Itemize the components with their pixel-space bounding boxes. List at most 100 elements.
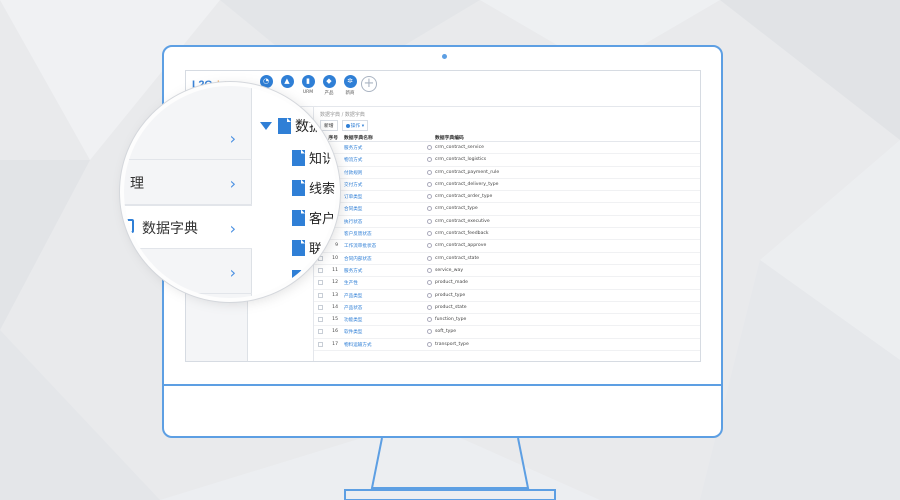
sidebar-item[interactable]: › <box>124 116 252 160</box>
table-row[interactable]: 14 产品状态 product_state <box>314 302 700 315</box>
tree-node[interactable]: 线索 <box>292 178 335 197</box>
row-code: crm_contract_approve <box>435 243 487 249</box>
table-row[interactable]: 13产品类型product_type <box>314 290 700 302</box>
table-row[interactable]: 10合同内部状态crm_contract_state <box>314 253 700 265</box>
plus-icon: + <box>363 76 375 91</box>
table-row[interactable]: 9 工作流审批状态 crm_contract_approve <box>314 240 700 253</box>
row-code: product_state <box>435 304 467 310</box>
row-number: 16 <box>332 329 338 335</box>
row-code: crm_contract_logistics <box>435 157 487 163</box>
triangle-down-icon <box>260 122 272 130</box>
col-name-header[interactable]: 数据字典名称 <box>344 134 373 141</box>
info-icon <box>427 218 432 224</box>
info-icon <box>427 169 432 175</box>
grid-header: 序号 数据字典名称 数据字典编码 <box>314 131 700 142</box>
sidebar-item-label: 理 <box>130 176 144 192</box>
document-icon <box>292 269 305 286</box>
row-checkbox[interactable] <box>318 329 323 335</box>
document-icon <box>278 118 291 134</box>
tree-node[interactable]: 联系 <box>292 238 335 257</box>
row-name-link[interactable]: 合同类型 <box>344 206 362 212</box>
document-icon <box>292 179 305 196</box>
col-code-header[interactable]: 数据字典编码 <box>435 134 464 141</box>
tree-node-label: 线索 <box>309 182 336 197</box>
chevron-right-icon: › <box>229 174 236 193</box>
info-icon <box>427 231 432 237</box>
dictionary-grid: 序号 数据字典名称 数据字典编码 服务方式 crm_contract_servic… <box>314 131 700 352</box>
info-icon <box>427 194 432 200</box>
nav-label: 新商 <box>345 91 355 96</box>
tree-root-node[interactable]: 数据字典 <box>260 116 337 136</box>
row-checkbox[interactable] <box>318 341 323 347</box>
row-name-link[interactable]: 订单类型 <box>344 194 362 200</box>
row-number: 14 <box>332 304 338 310</box>
table-row[interactable]: 合同类型 crm_contract_type <box>314 203 700 216</box>
document-icon <box>292 209 305 226</box>
row-name-link[interactable]: 功能类型 <box>344 317 362 323</box>
row-code: crm_contract_service <box>435 145 484 150</box>
sidebar-item-data-dictionary[interactable]: 数据字典 › <box>124 205 252 249</box>
row-name-link[interactable]: 客户反馈状态 <box>344 231 372 237</box>
add-module-button[interactable]: + <box>361 76 377 92</box>
sidebar-item[interactable]: › <box>124 250 252 294</box>
row-name-link[interactable]: 服务方式 <box>344 145 362 151</box>
nav-item-settings[interactable]: ✲ 新商 <box>342 75 358 96</box>
table-row[interactable]: 客户反馈状态 crm_contract_feedback <box>314 228 700 241</box>
camera-dot <box>442 54 447 59</box>
row-code: product_made <box>435 280 468 286</box>
row-name-link[interactable]: 交付方式 <box>344 182 362 188</box>
row-name-link[interactable]: 生产性 <box>344 280 358 286</box>
lens-sidebar: › 理 › 数据字典 › › <box>124 86 252 298</box>
document-icon <box>292 149 305 166</box>
info-icon <box>427 341 432 347</box>
table-row[interactable]: 交付方式 crm_contract_delivery_type <box>314 179 700 192</box>
tree-node[interactable]: 知识 <box>292 148 335 167</box>
table-row[interactable]: 物流方式 crm_contract_logistics <box>314 154 700 167</box>
info-icon <box>427 243 432 249</box>
row-name-link[interactable]: 执行状态 <box>344 219 362 225</box>
table-row[interactable]: 付款规则 crm_contract_payment_rule <box>314 167 700 179</box>
document-icon <box>292 239 305 256</box>
row-name-link[interactable]: 工作流审批状态 <box>344 243 376 249</box>
operations-dropdown[interactable]: 操作 ▾ <box>341 120 369 131</box>
tree-node-label: 知识 <box>309 152 336 167</box>
table-row[interactable]: 16 软件类型 soft_type <box>314 326 700 339</box>
row-name-link[interactable]: 服务方式 <box>344 268 362 274</box>
info-icon <box>427 157 432 163</box>
row-code: product_type <box>435 292 466 298</box>
row-name-link[interactable]: 合同内部状态 <box>344 256 372 262</box>
lens-tree: 数据字典 知识 线索 客户 联系 商 <box>252 86 337 298</box>
row-code: crm_contract_order_type <box>435 194 493 200</box>
row-code: crm_contract_state <box>435 255 480 261</box>
row-name-link[interactable]: 付款规则 <box>344 170 362 176</box>
table-row[interactable]: 17 物料运输方式 transport_type <box>314 339 700 352</box>
info-icon <box>427 181 432 187</box>
row-code: crm_contract_delivery_type <box>435 181 499 187</box>
table-row[interactable]: 11服务方式service_way <box>314 265 700 278</box>
table-row[interactable]: 执行状态 crm_contract_executive <box>314 216 700 229</box>
row-name-link[interactable]: 物流方式 <box>344 157 362 163</box>
row-checkbox[interactable] <box>318 317 323 323</box>
tree-node[interactable]: 商 <box>292 268 322 287</box>
sidebar-item[interactable]: 理 › <box>124 161 252 205</box>
row-name-link[interactable]: 产品类型 <box>344 293 362 299</box>
row-checkbox[interactable] <box>318 304 323 310</box>
gear-icon: ✲ <box>343 75 357 88</box>
tree-node-label: 客户 <box>309 212 336 227</box>
info-icon <box>427 145 432 150</box>
sidebar-item-label: 数据字典 <box>142 221 198 237</box>
tree-node[interactable]: 客户 <box>292 208 335 227</box>
table-row[interactable]: 12生产性product_made <box>314 277 700 290</box>
row-name-link[interactable]: 产品状态 <box>344 305 362 311</box>
row-code: function_type <box>435 317 467 323</box>
info-icon <box>427 304 432 310</box>
row-code: crm_contract_type <box>435 206 478 212</box>
tree-root-label: 数据字典 <box>295 119 337 135</box>
row-name-link[interactable]: 物料运输方式 <box>344 342 372 348</box>
table-row[interactable]: 订单类型 crm_contract_order_type <box>314 191 700 204</box>
info-icon <box>427 206 432 212</box>
row-name-link[interactable]: 软件类型 <box>344 329 362 335</box>
table-row[interactable]: 服务方式 crm_contract_service <box>314 142 700 155</box>
row-code: service_way <box>435 267 464 273</box>
table-row[interactable]: 15 功能类型 function_type <box>314 314 700 327</box>
